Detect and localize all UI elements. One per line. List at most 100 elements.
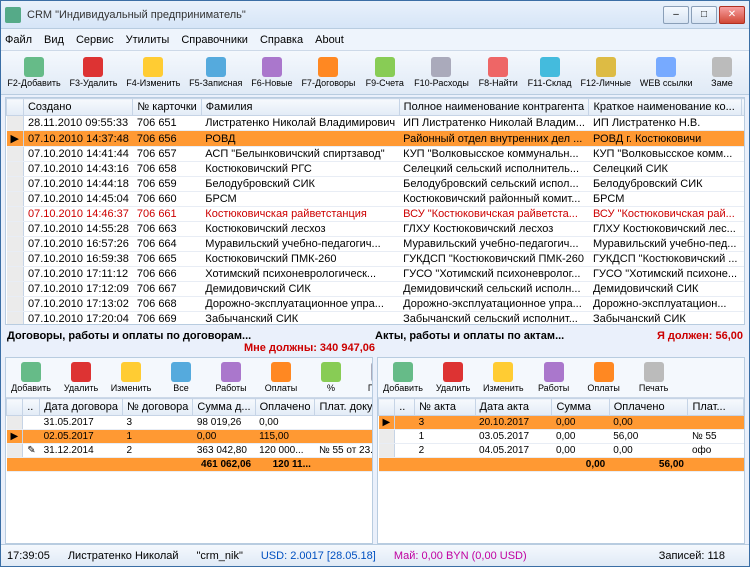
tb-f5-записная[interactable]: F5-Записная	[186, 55, 246, 90]
table-row[interactable]: 07.10.2010 17:12:09706 667Демидовичский …	[7, 282, 746, 297]
table-row[interactable]: 07.10.2010 14:43:16706 658Костюковичский…	[7, 162, 746, 177]
col-header[interactable]: Плат. документ	[315, 399, 372, 416]
col-header[interactable]: ..	[23, 399, 40, 416]
работы-icon	[221, 362, 241, 382]
menu-справочники[interactable]: Справочники	[181, 34, 248, 46]
tb-заме[interactable]: Заме	[698, 55, 746, 90]
tb-добавить[interactable]: Добавить	[7, 360, 55, 395]
app-window: CRM "Индивидуальный предприниматель" – □…	[0, 0, 750, 567]
detail-panes: ДобавитьУдалитьИзменитьВсеРаботыОплаты%П…	[1, 357, 749, 544]
f11-склад-icon	[540, 57, 560, 77]
tb-удалить[interactable]: Удалить	[429, 360, 477, 395]
statusbar: 17:39:05 Листратенко Николай "crm_nik" U…	[1, 544, 749, 566]
tb-web ссылки[interactable]: WEB ссылки	[636, 55, 695, 90]
col-header[interactable]: № карточки	[133, 99, 201, 116]
col-header[interactable]: Сумма	[552, 399, 609, 416]
tb-пения[interactable]: Пения	[357, 360, 372, 395]
table-row[interactable]: ✎31.12.20142363 042,80120 000...№ 55 от …	[7, 444, 373, 458]
col-header[interactable]: Создано	[23, 99, 132, 116]
table-row[interactable]: ▶02.05.201710,00115,00	[7, 430, 373, 444]
status-usd: USD: 2.0017 [28.05.18]	[261, 550, 376, 562]
tb-f2-добавить[interactable]: F2-Добавить	[4, 55, 64, 90]
main-grid[interactable]: Создано№ карточкиФамилияПолное наименова…	[5, 97, 745, 325]
col-header[interactable]: Адрес	[741, 99, 745, 116]
status-time: 17:39:05	[7, 550, 50, 562]
close-button[interactable]: ✕	[719, 6, 745, 24]
table-row[interactable]: 103.05.20170,0056,00№ 55	[379, 430, 744, 444]
col-header[interactable]	[7, 399, 23, 416]
tb-оплаты[interactable]: Оплаты	[580, 360, 628, 395]
col-header[interactable]	[7, 99, 24, 116]
menu-about[interactable]: About	[315, 34, 344, 46]
tb-f9-счета[interactable]: F9-Счета	[361, 55, 409, 90]
menu-сервис[interactable]: Сервис	[76, 34, 114, 46]
tb-f6-новые[interactable]: F6-Новые	[248, 55, 296, 90]
minimize-button[interactable]: –	[663, 6, 689, 24]
удалить-icon	[443, 362, 463, 382]
col-header[interactable]: Полное наименование контрагента	[399, 99, 589, 116]
table-row[interactable]: 07.10.2010 17:11:12706 666Хотимский псих…	[7, 267, 746, 282]
col-header[interactable]: № акта	[415, 399, 475, 416]
table-row[interactable]: 07.10.2010 14:45:04706 660БРСМКостюкович…	[7, 192, 746, 207]
tb-работы[interactable]: Работы	[207, 360, 255, 395]
tb-f8-найти[interactable]: F8-Найти	[474, 55, 522, 90]
table-row[interactable]: 31.05.2017398 019,260,00	[7, 416, 373, 430]
col-header[interactable]	[379, 399, 395, 416]
tb-f7-договоры[interactable]: F7-Договоры	[298, 55, 359, 90]
tb-работы[interactable]: Работы	[530, 360, 578, 395]
table-row[interactable]: 07.10.2010 14:46:37706 661Костюковичская…	[7, 207, 746, 222]
col-header[interactable]: Оплачено	[255, 399, 315, 416]
tb-%[interactable]: %	[307, 360, 355, 395]
col-header[interactable]: Фамилия	[201, 99, 399, 116]
menu-справка[interactable]: Справка	[260, 34, 303, 46]
col-header[interactable]: Оплачено	[609, 399, 688, 416]
col-header[interactable]: Плат...	[688, 399, 744, 416]
table-row[interactable]: 07.10.2010 17:13:02706 668Дорожно-эксплу…	[7, 297, 746, 312]
menu-файл[interactable]: Файл	[5, 34, 32, 46]
table-row[interactable]: ▶320.10.20170,000,00	[379, 416, 744, 430]
table-row[interactable]: ▶07.10.2010 14:37:48706 656РОВДРайонный …	[7, 131, 746, 147]
menu-утилиты[interactable]: Утилиты	[126, 34, 170, 46]
пения-icon	[371, 362, 372, 382]
tb-удалить[interactable]: Удалить	[57, 360, 105, 395]
tb-все[interactable]: Все	[157, 360, 205, 395]
tb-добавить[interactable]: Добавить	[379, 360, 427, 395]
tb-f4-изменить[interactable]: F4-Изменить	[123, 55, 184, 90]
добавить-icon	[21, 362, 41, 382]
f8-найти-icon	[488, 57, 508, 77]
menu-вид[interactable]: Вид	[44, 34, 64, 46]
tb-печать[interactable]: Печать	[630, 360, 678, 395]
col-header[interactable]: Краткое наименование ко...	[589, 99, 742, 116]
f7-договоры-icon	[318, 57, 338, 77]
tb-оплаты[interactable]: Оплаты	[257, 360, 305, 395]
col-header[interactable]: ..	[395, 399, 415, 416]
col-header[interactable]: № договора	[123, 399, 193, 416]
main-toolbar: F2-ДобавитьF3-УдалитьF4-ИзменитьF5-Запис…	[1, 51, 749, 95]
table-row[interactable]: 07.10.2010 17:20:04706 669Забычанский СИ…	[7, 312, 746, 326]
tb-f10-расходы[interactable]: F10-Расходы	[411, 55, 472, 90]
contracts-grid[interactable]: ..Дата договора№ договораСумма д...Оплач…	[6, 398, 372, 543]
table-row[interactable]: 07.10.2010 14:44:18706 659Белодубровский…	[7, 177, 746, 192]
col-header[interactable]: Дата договора	[40, 399, 123, 416]
maximize-button[interactable]: □	[691, 6, 717, 24]
tb-изменить[interactable]: Изменить	[107, 360, 155, 395]
tb-изменить[interactable]: Изменить	[479, 360, 528, 395]
col-header[interactable]: Сумма д...	[193, 399, 255, 416]
table-row[interactable]: 07.10.2010 14:55:28706 663Костюковичский…	[7, 222, 746, 237]
status-user: Листратенко Николай	[68, 550, 179, 562]
все-icon	[171, 362, 191, 382]
status-records: Записей: 118	[659, 550, 725, 562]
печать-icon	[644, 362, 664, 382]
col-header[interactable]: Дата акта	[475, 399, 552, 416]
acts-grid[interactable]: ..№ актаДата актаСуммаОплаченоПлат...▶32…	[378, 398, 744, 543]
window-title: CRM "Индивидуальный предприниматель"	[27, 9, 661, 21]
table-row[interactable]: 07.10.2010 14:41:44706 657АСП "Белынкови…	[7, 147, 746, 162]
table-row[interactable]: 07.10.2010 16:57:26706 664Муравильский у…	[7, 237, 746, 252]
tb-f12-личные[interactable]: F12-Личные	[577, 55, 634, 90]
table-row[interactable]: 28.11.2010 09:55:33706 651Листратенко Ни…	[7, 116, 746, 131]
изменить-icon	[493, 362, 513, 382]
tb-f3-удалить[interactable]: F3-Удалить	[66, 55, 121, 90]
table-row[interactable]: 204.05.20170,000,00офо	[379, 444, 744, 458]
tb-f11-склад[interactable]: F11-Склад	[524, 55, 575, 90]
table-row[interactable]: 07.10.2010 16:59:38706 665Костюковичский…	[7, 252, 746, 267]
